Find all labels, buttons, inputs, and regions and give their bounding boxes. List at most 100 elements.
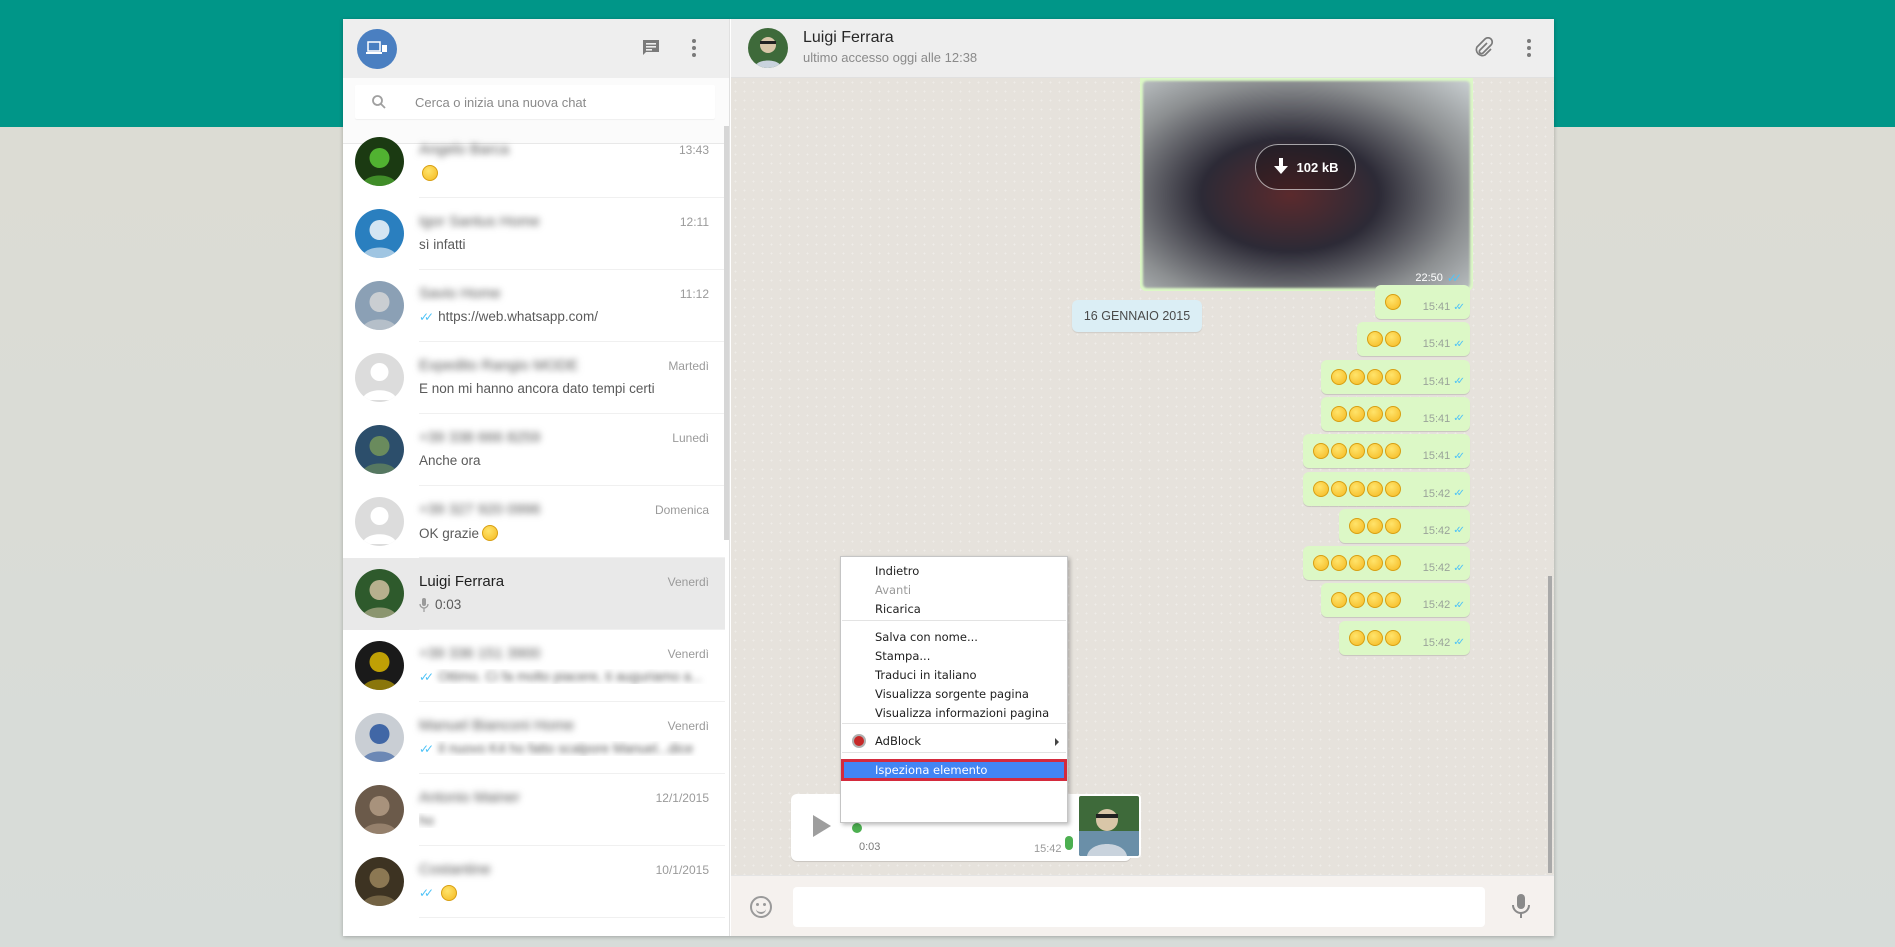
chat-avatar (355, 209, 404, 258)
context-menu-item[interactable]: Ispeziona elemento (841, 759, 1067, 781)
emoji-icon (1348, 480, 1365, 497)
emoji-icon (1384, 368, 1401, 385)
context-menu-item-label: Traduci in italiano (875, 668, 977, 682)
chat-preview: sì infatti (419, 237, 709, 252)
context-menu-item-label: Indietro (875, 564, 920, 578)
context-menu: Indietro Avanti Ricarica Salva con nome... S… (840, 556, 1068, 823)
search-input[interactable] (415, 85, 705, 119)
message-area-scrollbar[interactable] (1548, 576, 1552, 873)
message-meta: 15:42 ✓✓ (1423, 562, 1465, 574)
attach-icon[interactable] (1471, 36, 1495, 60)
read-ticks-icon: ✓✓ (1453, 488, 1465, 499)
chat-row[interactable]: Luigi Ferrara Venerdì 0:03 (343, 558, 725, 630)
mic-record-icon[interactable] (1508, 892, 1534, 920)
emoji-icon (1366, 555, 1383, 572)
chat-row[interactable]: Savio Home 11:12 ✓✓ https://web.whatsapp.… (343, 270, 725, 342)
image-message[interactable]: 102 kB 22:50 ✓✓ (1140, 78, 1473, 291)
emoji-icon (1348, 629, 1365, 646)
message-bubble[interactable]: 15:42 ✓✓ (1302, 471, 1470, 506)
message-input[interactable] (793, 887, 1485, 927)
chat-time: 13:43 (678, 143, 709, 157)
chat-preview: ✓✓ Ottimo. Ci fa molto piacere, ti auguri… (419, 669, 709, 684)
sidebar: Angelo Barca 13:43 Igor Santus Home 12:1… (343, 19, 730, 936)
read-ticks-icon: ✓✓ (1453, 525, 1465, 537)
download-button[interactable]: 102 kB (1255, 144, 1356, 190)
chat-row[interactable]: Angelo Barca 13:43 (343, 126, 725, 198)
emoji-icon (1330, 368, 1347, 385)
chat-row[interactable]: +39 327 920 0996 Domenica OK grazie (343, 486, 725, 558)
message-bubble[interactable]: 15:42 ✓✓ (1338, 620, 1470, 655)
chat-body: Manuel Bianconi Home Venerdì ✓✓ Il nuovo … (419, 702, 725, 774)
play-icon[interactable] (813, 815, 831, 837)
chat-name: Costantine (419, 861, 491, 878)
message-bubble[interactable]: 15:41 ✓✓ (1374, 285, 1470, 319)
read-ticks-icon: ✓✓ (419, 669, 434, 684)
contact-name[interactable]: Luigi Ferrara (803, 29, 894, 47)
context-menu-item-label: Ispeziona elemento (875, 763, 988, 777)
new-chat-icon[interactable] (639, 36, 663, 60)
read-ticks-icon: ✓✓ (1453, 301, 1465, 313)
chat-time: 11:12 (679, 287, 709, 301)
message-bubble[interactable]: 15:41 ✓✓ (1302, 434, 1470, 469)
chat-body: +39 327 920 0996 Domenica OK grazie (419, 486, 725, 558)
chat-row[interactable]: Costantine 10/1/2015 ✓✓ (343, 846, 725, 918)
message-bubble[interactable]: 15:42 ✓✓ (1338, 508, 1470, 543)
message-bubble[interactable]: 15:41 ✓✓ (1320, 359, 1470, 394)
chat-row[interactable]: Manuel Bianconi Home Venerdì ✓✓ Il nuovo … (343, 702, 725, 774)
read-ticks-icon: ✓✓ (1453, 338, 1465, 350)
context-menu-item[interactable]: Ricarica (841, 598, 1067, 620)
message-bubble[interactable]: 15:41 ✓✓ (1320, 396, 1470, 431)
chat-avatar (355, 425, 404, 474)
message-time: 15:42 (1422, 636, 1451, 649)
read-ticks-icon: ✓✓ (419, 886, 434, 900)
message-time: 15:41 (1422, 338, 1451, 351)
emoji-icon (1384, 592, 1401, 609)
chat-avatar (355, 137, 404, 186)
voice-progress-handle[interactable] (852, 823, 862, 833)
read-ticks-icon: ✓✓ (1453, 562, 1465, 574)
emoji-icon (1366, 331, 1383, 348)
chat-body: Costantine 10/1/2015 ✓✓ (419, 846, 725, 918)
download-size: 102 kB (1296, 159, 1339, 175)
emoji-icon (1384, 555, 1401, 572)
chat-list-scrollbar[interactable] (724, 126, 729, 540)
chat-row[interactable]: Expedito Rangio MODE Martedì E non mi ha… (343, 342, 725, 414)
my-avatar[interactable] (357, 29, 397, 69)
chat-name: +39 338 666 8259 (419, 429, 541, 446)
message-meta: 15:41 ✓✓ (1423, 301, 1465, 313)
mic-icon (419, 597, 429, 612)
emoji-icon[interactable] (750, 896, 772, 918)
image-message-meta: 22:50 ✓✓ (1415, 271, 1463, 285)
context-menu-item-label: Visualizza sorgente pagina (875, 687, 1029, 701)
context-menu-separator (842, 723, 1066, 724)
chat-row[interactable]: +39 338 666 8259 Lunedì Anche ora (343, 414, 725, 486)
chat-row[interactable]: Igor Santus Home 12:11 sì infatti (343, 198, 725, 270)
emoji-icon (422, 165, 438, 181)
message-bubble[interactable]: 15:41 ✓✓ (1356, 322, 1470, 357)
conversation-menu-icon[interactable] (1517, 36, 1541, 60)
message-bubble[interactable]: 15:42 ✓✓ (1302, 546, 1470, 581)
emoji-icon (1384, 629, 1401, 646)
chat-last-message: https://web.whatsapp.com/ (438, 309, 598, 324)
read-ticks-icon: ✓✓ (1453, 376, 1465, 388)
context-menu-item[interactable]: Visualizza informazioni pagina (841, 702, 1067, 724)
chat-row[interactable]: Antonio Mainer 12/1/2015 ho (343, 774, 725, 846)
emoji-icon (1366, 480, 1383, 497)
chat-name: Angelo Barca (419, 141, 510, 158)
read-ticks-icon: ✓✓ (419, 741, 434, 756)
voice-sender-avatar (1077, 794, 1141, 858)
message-bubble[interactable]: 15:42 ✓✓ (1320, 583, 1470, 618)
emoji-icon (1330, 555, 1347, 572)
sidebar-header (343, 19, 729, 78)
contact-avatar[interactable] (748, 28, 788, 68)
chat-name: Antonio Mainer (419, 789, 520, 806)
chat-avatar (355, 353, 404, 402)
context-menu-item[interactable]: AdBlock (841, 730, 1067, 752)
emoji-icon (1312, 480, 1329, 497)
message-meta: 15:42 ✓✓ (1423, 599, 1465, 611)
chat-row[interactable]: +39 336 151 3900 Venerdì ✓✓ Ottimo. Ci fa… (343, 630, 725, 702)
search-box[interactable] (355, 85, 715, 119)
menu-icon[interactable] (682, 36, 706, 60)
message-time: 15:41 (1422, 375, 1451, 388)
chat-name: Manuel Bianconi Home (419, 717, 575, 734)
